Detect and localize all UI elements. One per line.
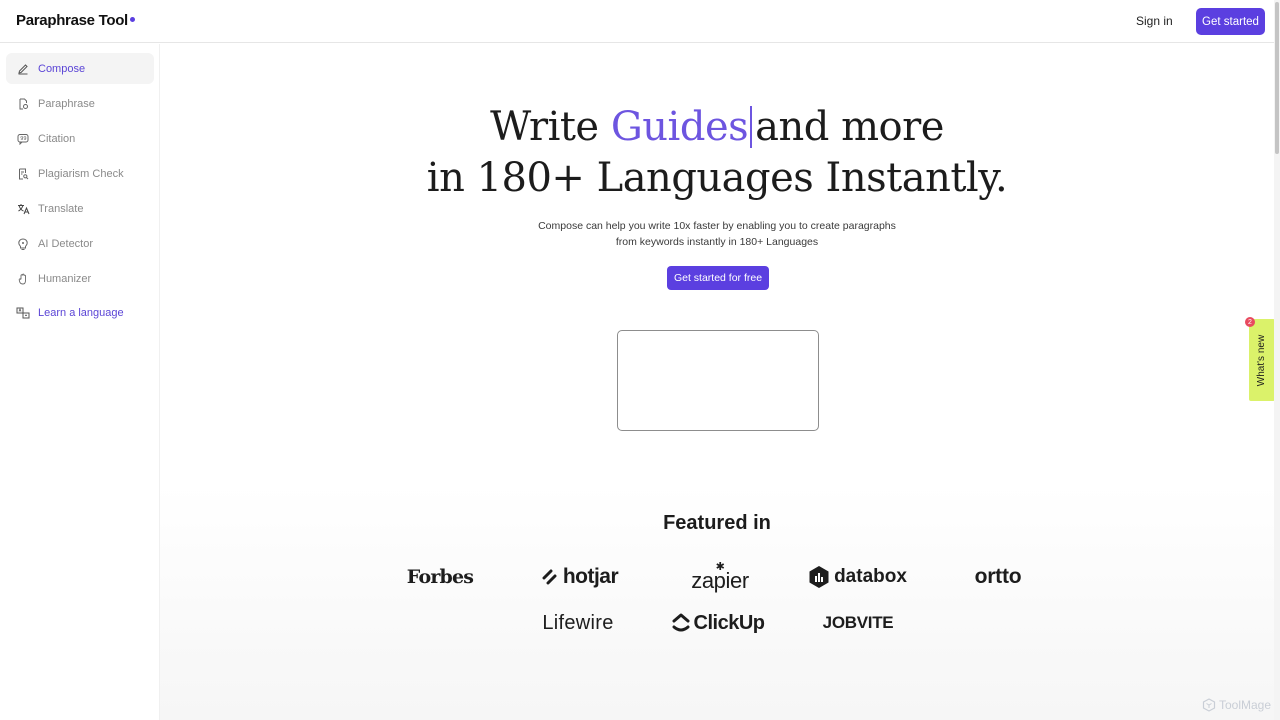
ai-bulb-icon <box>16 237 30 251</box>
whats-new-tab[interactable]: What's new <box>1249 319 1275 401</box>
brand-logo-forbes: Forbes <box>406 566 474 588</box>
whats-new-label: What's new <box>1256 334 1268 386</box>
svg-text:99: 99 <box>20 136 26 142</box>
toolmage-watermark: ToolMage <box>1202 698 1271 712</box>
quote-icon: 99 <box>16 132 30 146</box>
sidebar: Compose Paraphrase 99 Citation Plagiaris… <box>0 44 160 720</box>
pencil-icon <box>16 62 30 76</box>
sidebar-item-humanizer[interactable]: Humanizer <box>6 263 154 294</box>
logo[interactable]: Paraphrase Tool <box>16 12 135 29</box>
hero-highlight-word: Guides <box>610 104 749 150</box>
document-search-icon <box>16 167 30 181</box>
sidebar-item-label: Compose <box>38 62 86 75</box>
clickup-wordmark: ClickUp <box>693 611 765 634</box>
hero-prefix: Write <box>490 104 611 150</box>
top-navbar: Paraphrase Tool Sign in Get started <box>0 0 1280 43</box>
clickup-chevron-icon <box>672 613 690 632</box>
hero-suffix: and more <box>755 104 944 150</box>
language-cards-icon <box>16 306 30 320</box>
scrollbar-thumb[interactable] <box>1275 2 1279 154</box>
brand-logo-lifewire: Lifewire <box>542 611 614 634</box>
hotjar-mark-icon <box>542 569 557 585</box>
get-started-button[interactable]: Get started <box>1196 8 1265 35</box>
toolmage-logo-icon <box>1202 698 1216 712</box>
sidebar-item-label: Humanizer <box>38 272 92 285</box>
sidebar-item-compose[interactable]: Compose <box>6 53 154 84</box>
sidebar-item-plagiarism-check[interactable]: Plagiarism Check <box>6 158 154 189</box>
featured-title: Featured in <box>663 512 771 534</box>
sidebar-item-translate[interactable]: Translate <box>6 193 154 224</box>
logo-dot <box>129 17 135 22</box>
demo-video-frame[interactable] <box>617 330 819 431</box>
brand-logo-jobvite: JOBVITE <box>822 613 894 632</box>
sidebar-item-label: Translate <box>38 202 84 215</box>
hotjar-wordmark: hotjar <box>562 565 619 588</box>
sidebar-item-paraphrase[interactable]: Paraphrase <box>6 88 154 119</box>
brand-logo-zapier: ✱ zapier <box>670 561 770 593</box>
sidebar-item-label: Learn a language <box>38 306 124 319</box>
hero-subtext-line-2: from keywords instantly in 180+ Language… <box>615 236 819 248</box>
brand-logo-clickup: ClickUp <box>668 608 768 638</box>
main-content: Write Guides and more in 180+ Languages I… <box>160 44 1274 720</box>
sidebar-item-label: Citation <box>38 132 76 145</box>
typing-caret <box>750 106 753 148</box>
hand-icon <box>16 272 30 286</box>
sidebar-item-citation[interactable]: 99 Citation <box>6 123 154 154</box>
brand-logo-hotjar: hotjar <box>530 562 630 592</box>
brand-logo-databox: databox <box>800 562 915 592</box>
hero-headline-line-2: in 180+ Languages Instantly. <box>426 155 1008 201</box>
logo-text: Paraphrase Tool <box>16 12 128 29</box>
databox-wordmark: databox <box>834 566 907 587</box>
zapier-wordmark: zapier <box>691 567 749 593</box>
sidebar-item-learn-a-language[interactable]: Learn a language <box>6 297 154 328</box>
sidebar-item-label: Plagiarism Check <box>38 167 124 180</box>
watermark-text: ToolMage <box>1219 698 1272 712</box>
sidebar-item-ai-detector[interactable]: AI Detector <box>6 228 154 259</box>
document-refresh-icon <box>16 97 30 111</box>
sidebar-item-label: AI Detector <box>38 237 94 250</box>
translate-icon <box>16 202 30 216</box>
brand-logo-ortto: ortto <box>974 565 1022 588</box>
hero-headline-line-1: Write Guides and more <box>160 104 1274 150</box>
databox-hexagon-icon <box>809 566 829 588</box>
get-started-free-button[interactable]: Get started for free <box>667 266 769 290</box>
sidebar-item-label: Paraphrase <box>38 97 95 110</box>
hero-subtext-line-1: Compose can help you write 10x faster by… <box>538 220 896 232</box>
sign-in-link[interactable]: Sign in <box>1136 14 1173 28</box>
whats-new-badge: 2 <box>1245 317 1255 327</box>
